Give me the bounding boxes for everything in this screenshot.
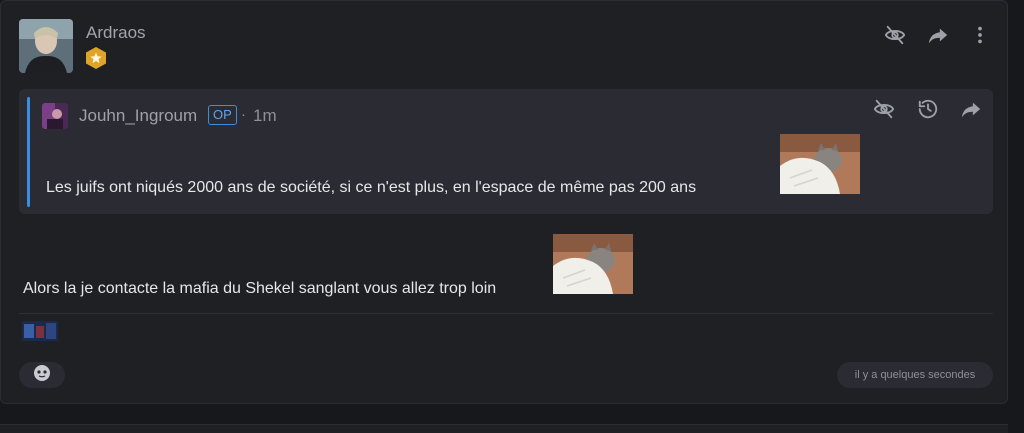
post-text: Alors la je contacte la mafia du Shekel … — [23, 280, 497, 297]
share-icon[interactable] — [926, 23, 950, 47]
history-icon[interactable] — [916, 97, 940, 121]
quote-text: Les juifs ont niqués 2000 ans de société… — [46, 179, 697, 196]
quote-time: 1m — [253, 106, 277, 125]
separator-dot: · — [241, 106, 246, 123]
post-timestamp: il y a quelques secondes — [837, 362, 993, 388]
more-vertical-icon[interactable] — [968, 23, 992, 47]
cat-sticker-image — [780, 134, 860, 194]
quote-accent-bar — [27, 97, 30, 207]
add-reaction-button[interactable] — [19, 362, 65, 388]
eye-slash-icon[interactable] — [883, 23, 907, 47]
section-divider — [19, 313, 993, 314]
author-name[interactable]: Ardraos — [86, 23, 146, 43]
eye-slash-icon[interactable] — [872, 97, 896, 121]
author-avatar[interactable] — [19, 19, 73, 73]
op-badge: OP — [208, 105, 237, 125]
star-hexagon-icon — [85, 46, 107, 70]
quoted-message: Jouhn_Ingroum OP · 1m Les juifs ont niqu… — [19, 89, 993, 214]
share-icon[interactable] — [959, 97, 983, 121]
emoji-icon — [33, 364, 51, 387]
forum-post: Ardraos Jouhn_Ingroum OP · 1m Les juifs … — [0, 0, 1008, 404]
cat-sticker-image — [553, 234, 633, 294]
quote-author-avatar[interactable] — [42, 103, 68, 129]
signature-image — [22, 321, 58, 341]
quote-author-name[interactable]: Jouhn_Ingroum — [79, 106, 197, 126]
